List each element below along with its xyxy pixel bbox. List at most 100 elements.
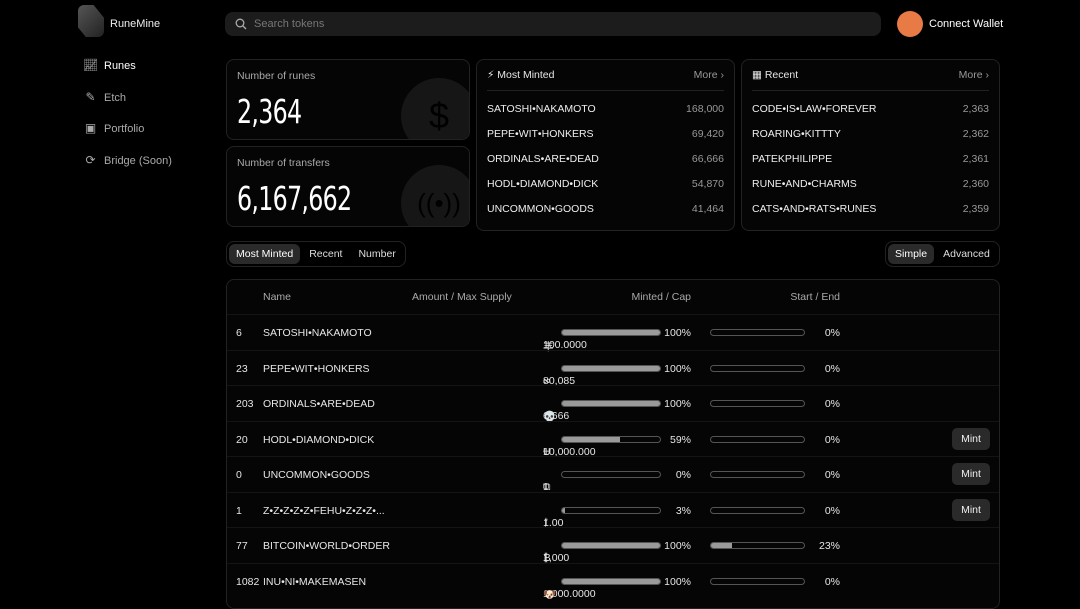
table-row[interactable]: 23 PEPE•WIT•HONKERS 80,085 ∞ 100% 0% <box>227 349 999 387</box>
rank: 20 <box>236 433 248 446</box>
rank: 6 <box>236 327 242 339</box>
rank: 77 <box>236 540 248 552</box>
rune-name: HODL•DIAMOND•DICK <box>487 178 599 190</box>
rune-count: 54,870 <box>691 178 724 190</box>
view-mode-toggle: Simple Advanced <box>885 241 1000 267</box>
runemine-logo[interactable] <box>78 5 104 37</box>
list-item[interactable]: CODE•IS•LAW•FOREVER 2,363 <box>752 103 989 115</box>
start-end-progress-bar <box>710 435 805 443</box>
tab-number[interactable]: Number <box>351 244 402 264</box>
rune-name: ORDINALS•ARE•DEAD <box>487 153 599 165</box>
list-item[interactable]: PEPE•WIT•HONKERS 69,420 <box>487 128 724 140</box>
stat-card-transfers: Number of transfers 6,167,662 ((•)) <box>226 146 470 227</box>
table-row[interactable]: 203 ORDINALS•ARE•DEAD 6,666 💀 100% 0% <box>227 385 999 423</box>
rune-name: CATS•AND•RATS•RUNES <box>752 203 877 215</box>
minted-progress-bar <box>561 471 661 478</box>
rune-name: UNCOMMON•GOODS <box>487 203 594 215</box>
search-input[interactable] <box>254 18 754 30</box>
recent-card: ▦ Recent More › CODE•IS•LAW•FOREVER 2,363 R… <box>741 59 1000 231</box>
list-item[interactable]: PATEKPHILIPPE 2,361 <box>752 153 989 165</box>
table-row[interactable]: 6 SATOSHI•NAKAMOTO 100.0000 丰 100% 0% <box>227 314 999 353</box>
list-item[interactable]: SATOSHI•NAKAMOTO 168,000 <box>487 103 724 115</box>
minted-progress-bar <box>561 435 661 443</box>
sidebar-item-portfolio[interactable]: ▣ Portfolio <box>83 121 145 135</box>
sidebar-item-bridge[interactable]: ⟳ Bridge (Soon) <box>83 153 171 167</box>
rank: 203 <box>236 398 254 410</box>
minted-percent: 100% <box>664 362 691 375</box>
most-minted-title: ⚡︎ Most Minted <box>487 69 555 81</box>
rune-count: 66,666 <box>691 153 724 165</box>
rune-count: 2,360 <box>962 178 989 190</box>
sidebar-item-runes[interactable]: 📈︎ Runes <box>83 59 136 72</box>
start-end-progress-bar <box>710 577 805 585</box>
start-end-percent: 0% <box>824 327 840 339</box>
minted-progress-bar <box>561 400 661 407</box>
tab-recent[interactable]: Recent <box>302 244 349 264</box>
most-minted-card: ⚡︎ Most Minted More › SATOSHI•NAKAMOTO 168… <box>476 59 735 231</box>
grid-icon: ▦ <box>752 69 765 81</box>
avatar[interactable] <box>897 11 923 37</box>
header-amount: Amount / Max Supply <box>412 291 512 303</box>
rune-name: BITCOIN•WORLD•ORDER <box>263 540 390 552</box>
mint-button[interactable]: Mint <box>952 463 990 485</box>
header-name: Name <box>263 291 292 303</box>
wallet-icon: ▣ <box>84 121 97 135</box>
header-start: Start / End <box>790 291 840 303</box>
mode-advanced[interactable]: Advanced <box>936 244 997 264</box>
minted-percent: 100% <box>664 575 691 588</box>
rune-name: PEPE•WIT•HONKERS <box>263 362 370 375</box>
rune-name: ORDINALS•ARE•DEAD <box>263 398 375 410</box>
start-end-progress-bar <box>710 400 805 407</box>
bridge-icon: ⟳ <box>85 153 96 167</box>
rune-name: INU•NI•MAKEMASEN <box>263 575 367 588</box>
rune-name: HODL•DIAMOND•DICK <box>263 433 375 446</box>
minted-percent: 59% <box>669 433 691 446</box>
tab-most-minted[interactable]: Most Minted <box>229 244 301 264</box>
table-row[interactable]: 77 BITCOIN•WORLD•ORDER 1,000 ₿ 100% 23% <box>227 527 999 564</box>
rune-count: 2,362 <box>962 128 989 140</box>
header-minted: Minted / Cap <box>631 291 691 303</box>
table-row[interactable]: 1 Z•Z•Z•Z•Z•FEHU•Z•Z•Z•... 1.00 ᚠ 3% 0% M… <box>227 491 999 529</box>
rune-name: CODE•IS•LAW•FOREVER <box>752 103 877 115</box>
list-item[interactable]: RUNE•AND•CHARMS 2,360 <box>752 178 989 190</box>
broadcast-coin-icon: ((•)) <box>401 165 469 226</box>
start-end-percent: 23% <box>818 540 840 552</box>
rank: 1 <box>236 504 242 517</box>
rank: 0 <box>236 469 242 481</box>
connect-wallet-button[interactable]: Connect Wallet <box>929 18 1003 30</box>
mint-button[interactable]: Mint <box>952 498 990 521</box>
minted-progress-bar <box>561 542 661 549</box>
most-minted-more-link[interactable]: More › <box>694 69 724 90</box>
minted-percent: 3% <box>675 504 691 517</box>
minted-progress-bar <box>561 364 661 372</box>
list-item[interactable]: ROARING•KITTTY 2,362 <box>752 128 989 140</box>
rune-name: RUNE•AND•CHARMS <box>752 178 857 190</box>
mint-button[interactable]: Mint <box>952 427 990 450</box>
rank: 1082 <box>236 575 260 588</box>
brand-name: RuneMine <box>110 18 161 30</box>
rank: 23 <box>236 362 248 375</box>
list-item[interactable]: CATS•AND•RATS•RUNES 2,359 <box>752 203 989 215</box>
recent-more-link[interactable]: More › <box>959 69 989 90</box>
rune-name: PATEKPHILIPPE <box>752 153 833 165</box>
rune-symbol-icon: 🐶 <box>543 588 557 601</box>
table-row[interactable]: 1082 INU•NI•MAKEMASEN 1,000.0000 🐶 100% … <box>227 562 999 601</box>
start-end-progress-bar <box>710 329 805 336</box>
dollar-coin-icon: $ <box>401 78 469 139</box>
rune-count: 2,361 <box>962 153 989 165</box>
rune-name: SATOSHI•NAKAMOTO <box>263 327 372 339</box>
start-end-percent: 0% <box>824 362 840 375</box>
list-item[interactable]: UNCOMMON•GOODS 41,464 <box>487 203 724 215</box>
table-row[interactable]: 20 HODL•DIAMOND•DICK 10,000.000 Ʉ 59% 0%… <box>227 420 999 458</box>
lightning-icon: ⚡︎ <box>487 69 498 81</box>
start-end-percent: 0% <box>824 398 840 410</box>
start-end-percent: 0% <box>824 575 840 588</box>
list-item[interactable]: ORDINALS•ARE•DEAD 66,666 <box>487 153 724 165</box>
list-item[interactable]: HODL•DIAMOND•DICK 54,870 <box>487 178 724 190</box>
sidebar-item-etch[interactable]: ✎ Etch <box>83 91 126 104</box>
start-end-progress-bar <box>710 471 805 478</box>
mode-simple[interactable]: Simple <box>888 244 935 264</box>
rune-name: Z•Z•Z•Z•Z•FEHU•Z•Z•Z•... <box>263 504 385 517</box>
search-bar[interactable] <box>225 12 881 36</box>
table-row[interactable]: 0 UNCOMMON•GOODS 1 ⧉ 0% 0% Mint <box>227 456 999 493</box>
